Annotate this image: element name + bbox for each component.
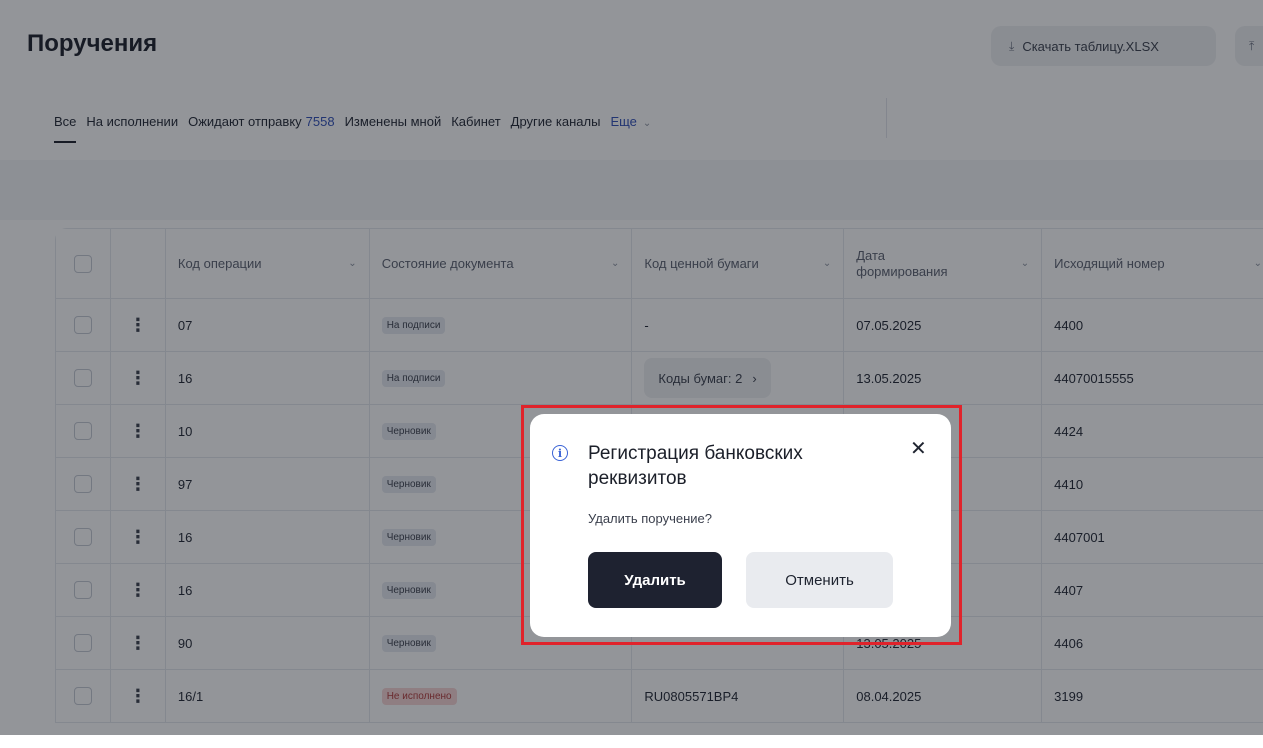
delete-button[interactable]: Удалить xyxy=(588,552,722,608)
delete-confirmation-dialog: i Регистрация банковских реквизитов ✕ Уд… xyxy=(530,414,951,637)
info-icon: i xyxy=(552,445,568,461)
page: Поручения ⤓ Скачать таблицу.XLSX ⤒ Все Н… xyxy=(0,0,1263,735)
cancel-button[interactable]: Отменить xyxy=(746,552,893,608)
close-icon[interactable]: ✕ xyxy=(910,436,927,461)
dialog-title: Регистрация банковских реквизитов xyxy=(588,441,868,491)
dialog-message: Удалить поручение? xyxy=(588,511,712,526)
